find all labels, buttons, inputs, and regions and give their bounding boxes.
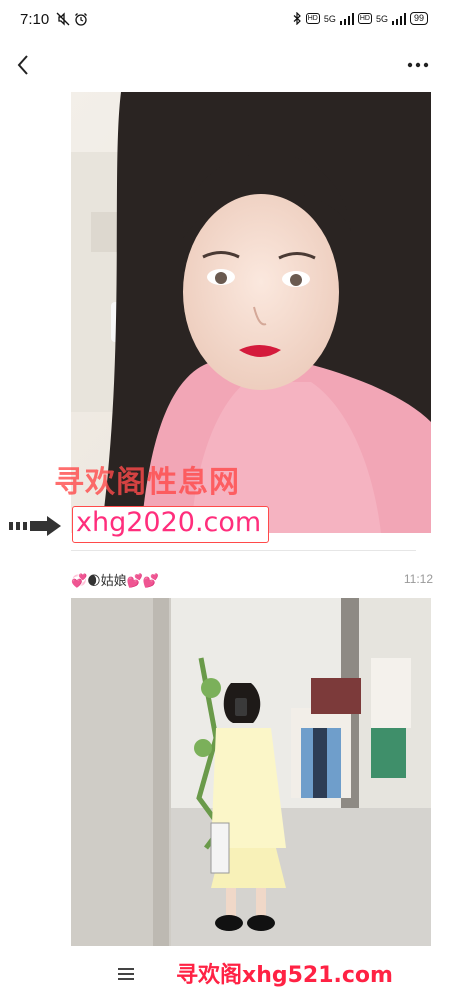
more-button[interactable]	[406, 55, 430, 75]
hd-badge: HD	[305, 13, 320, 24]
network-label-2: 5G	[375, 13, 388, 24]
menu-button[interactable]	[116, 964, 136, 984]
arrow-right-icon	[9, 516, 61, 536]
chevron-left-icon	[17, 55, 28, 75]
status-right-icons: HD 5G HD 5G 99	[293, 12, 428, 25]
mute-icon	[56, 12, 70, 26]
menu-icon	[118, 968, 134, 980]
watermark-title: 寻欢阁性息网	[54, 465, 240, 500]
message-meta: 💞🌒姑娘💕💕 11:12	[71, 568, 433, 590]
photo-message-2[interactable]	[71, 598, 431, 946]
status-left-icons	[56, 12, 88, 26]
bottom-watermark: 寻欢阁xhg521.com	[176, 963, 393, 988]
alarm-icon	[75, 13, 87, 26]
watermark-url: xhg2020.com	[76, 507, 262, 538]
bluetooth-icon	[293, 12, 301, 25]
signal-icon-2	[391, 12, 406, 25]
mirror-selfie-photo	[71, 598, 431, 946]
more-dots-icon	[407, 62, 429, 68]
sender-name[interactable]: 💞🌒姑娘💕💕	[71, 570, 159, 589]
signal-icon	[339, 12, 354, 25]
nav-bar	[0, 45, 450, 85]
status-time: 7:10	[20, 11, 50, 28]
watermark-url-box: xhg2020.com	[72, 506, 269, 543]
network-label: 5G	[323, 13, 336, 24]
battery-icon: 99	[409, 12, 428, 25]
status-bar: 7:10 HD 5G HD 5G 99	[0, 0, 450, 40]
message-divider	[71, 550, 416, 551]
bottom-bar: 寻欢阁xhg521.com	[0, 950, 450, 1000]
message-time: 11:12	[403, 572, 433, 586]
back-button[interactable]	[10, 51, 36, 79]
hd-badge-2: HD	[357, 13, 372, 24]
